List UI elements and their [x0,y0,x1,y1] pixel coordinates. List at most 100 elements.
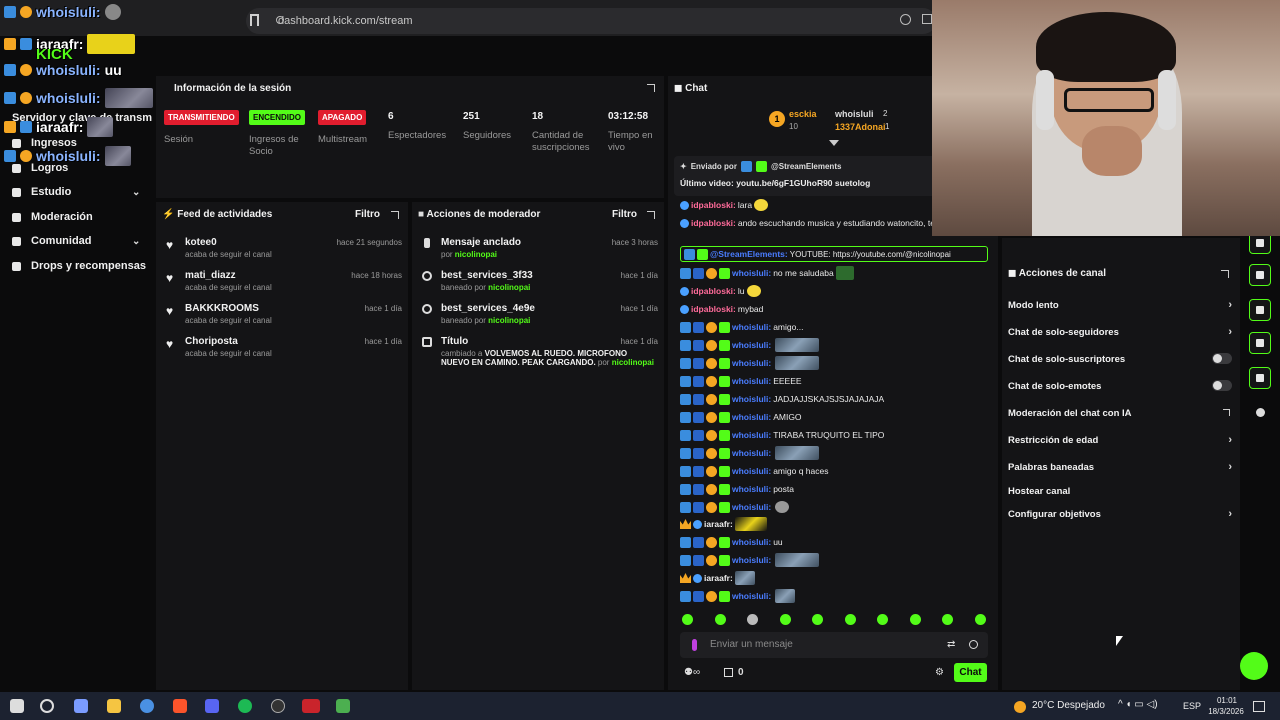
chat-username[interactable]: iaraafr: [704,519,733,529]
chat-username[interactable]: idpabloski: [691,286,736,296]
discord-icon[interactable] [205,699,219,713]
chevron-down-icon[interactable] [829,140,839,146]
emote-button[interactable] [909,614,921,625]
sidebar-item-community[interactable]: Comunidad ⌄ [12,235,142,247]
sidebar-item-drops[interactable]: Drops y recompensas [12,260,146,272]
action-followers-only[interactable]: Chat de solo-seguidores › [1008,326,1234,338]
address-bar[interactable]: dashboard.kick.com/stream [246,8,936,34]
apps-icon[interactable] [1256,408,1265,417]
emote-button[interactable] [812,614,824,625]
chat-username[interactable]: whoisluli: [732,430,771,440]
mod-filter-button[interactable]: Filtro [612,209,637,220]
chat-username[interactable]: whoisluli: [732,394,771,404]
mic-icon[interactable] [692,639,697,651]
chat-username[interactable]: iaraafr: [704,573,733,583]
chat-username[interactable]: whoisluli: [732,537,771,547]
action-set-goals[interactable]: Configurar objetivos › [1008,508,1234,520]
side-tools-button[interactable] [1249,367,1271,389]
app-icon[interactable] [336,699,350,713]
chat-username[interactable]: whoisluli: [732,448,771,458]
feed-username[interactable]: Choriposta [185,336,238,347]
emote-button[interactable] [779,614,791,625]
emote-button[interactable] [844,614,856,625]
mod-actor[interactable]: nicolinopai [488,316,530,325]
chat-username[interactable]: whoisluli: [732,322,771,332]
gift-icon[interactable] [724,668,733,677]
chat-username[interactable]: idpabloski: [691,304,736,314]
mod-actor[interactable]: nicolinopai [488,283,530,292]
popout-icon[interactable] [647,211,655,219]
action-age-restriction[interactable]: Restricción de edad › [1008,434,1234,446]
emote-button[interactable] [682,614,693,625]
popout-icon[interactable] [647,84,655,92]
action-slow-mode[interactable]: Modo lento › [1008,299,1234,311]
chat-username[interactable]: whoisluli: [732,412,771,422]
clock-date[interactable]: 18/3/2026 [1203,707,1249,716]
popout-icon[interactable] [391,211,399,219]
feed-username[interactable]: mati_diazz [185,270,236,281]
side-broadcast-button[interactable] [1249,299,1271,321]
chat-username[interactable]: whoisluli: [732,502,771,512]
chat-username[interactable]: @StreamElements: [710,249,788,259]
obs-icon[interactable] [271,699,285,713]
translate-icon[interactable]: ⇄ [947,639,955,650]
weather-text[interactable]: 20°C Despejado [1032,700,1105,711]
emote-button[interactable] [877,614,889,625]
chat-username[interactable]: whoisluli: [732,591,771,601]
activity-filter-button[interactable]: Filtro [355,209,380,220]
chat-username[interactable]: idpabloski: [691,218,736,228]
search-icon[interactable] [40,699,54,713]
side-layout-button[interactable] [1249,332,1271,354]
brave-browser-icon[interactable] [173,699,187,713]
chat-username[interactable]: idpabloski: [691,200,736,210]
action-ai-moderation[interactable]: Moderación del chat con IA [1008,408,1234,419]
chat-username[interactable]: whoisluli: [732,358,771,368]
chat-username[interactable]: whoisluli: [732,466,771,476]
bookmark-icon[interactable] [250,14,259,26]
mod-action-name[interactable]: best_services_4e9e [441,303,535,314]
subscribers-only-toggle[interactable] [1212,353,1232,364]
feed-username[interactable]: BAKKKROOMS [185,303,259,314]
file-explorer-icon[interactable] [107,699,121,713]
mod-actor[interactable]: nicolinopai [455,250,497,259]
mod-action-name[interactable]: best_services_3f33 [441,270,533,281]
emoji-icon[interactable] [969,640,978,649]
emote-button[interactable] [974,614,986,625]
app-icon[interactable] [140,699,154,713]
spotify-icon[interactable] [238,699,252,713]
chat-username[interactable]: whoisluli: [732,484,771,494]
share-icon[interactable] [922,14,932,24]
feed-username[interactable]: kotee0 [185,237,217,248]
app-icon[interactable] [302,699,320,713]
help-button[interactable] [1240,652,1268,680]
chat-username[interactable]: whoisluli: [732,376,771,386]
emote-button[interactable] [942,614,954,625]
top-gifter-name[interactable]: 1337Adonai [835,122,886,132]
copilot-icon[interactable] [74,699,88,713]
top-gifter-name[interactable]: esckia [789,109,817,119]
emote-button[interactable] [714,614,726,625]
zoom-icon[interactable] [900,14,911,25]
tray-icons[interactable]: ^ ◖ ▭ ◁) [1118,699,1158,710]
side-chat-button[interactable] [1249,264,1271,286]
popout-icon[interactable] [1221,270,1229,278]
sidebar-item-studio[interactable]: Estudio ⌄ [12,186,142,198]
windows-start-icon[interactable] [10,699,24,713]
notification-icon[interactable] [1253,701,1265,712]
chat-username[interactable]: whoisluli: [732,268,771,278]
top-gifter-name[interactable]: whoisluli [835,109,874,119]
send-chat-button[interactable]: Chat [954,663,987,682]
points-icon[interactable]: ⚉∞ [684,667,700,678]
chat-username[interactable]: whoisluli: [732,555,771,565]
action-banned-words[interactable]: Palabras baneadas › [1008,461,1234,473]
sidebar-item-moderation[interactable]: Moderación [12,211,93,223]
mod-actor[interactable]: nicolinopai [612,358,654,367]
emote-button[interactable] [747,614,759,625]
gear-icon[interactable]: ⚙ [935,667,944,678]
emotes-only-toggle[interactable] [1212,380,1232,391]
action-host-channel[interactable]: Hostear canal [1008,486,1234,497]
language-indicator[interactable]: ESP [1183,701,1201,711]
chat-username[interactable]: whoisluli: [732,340,771,350]
site-info-icon[interactable] [276,16,284,24]
clock-time[interactable]: 01:01 [1213,696,1241,705]
